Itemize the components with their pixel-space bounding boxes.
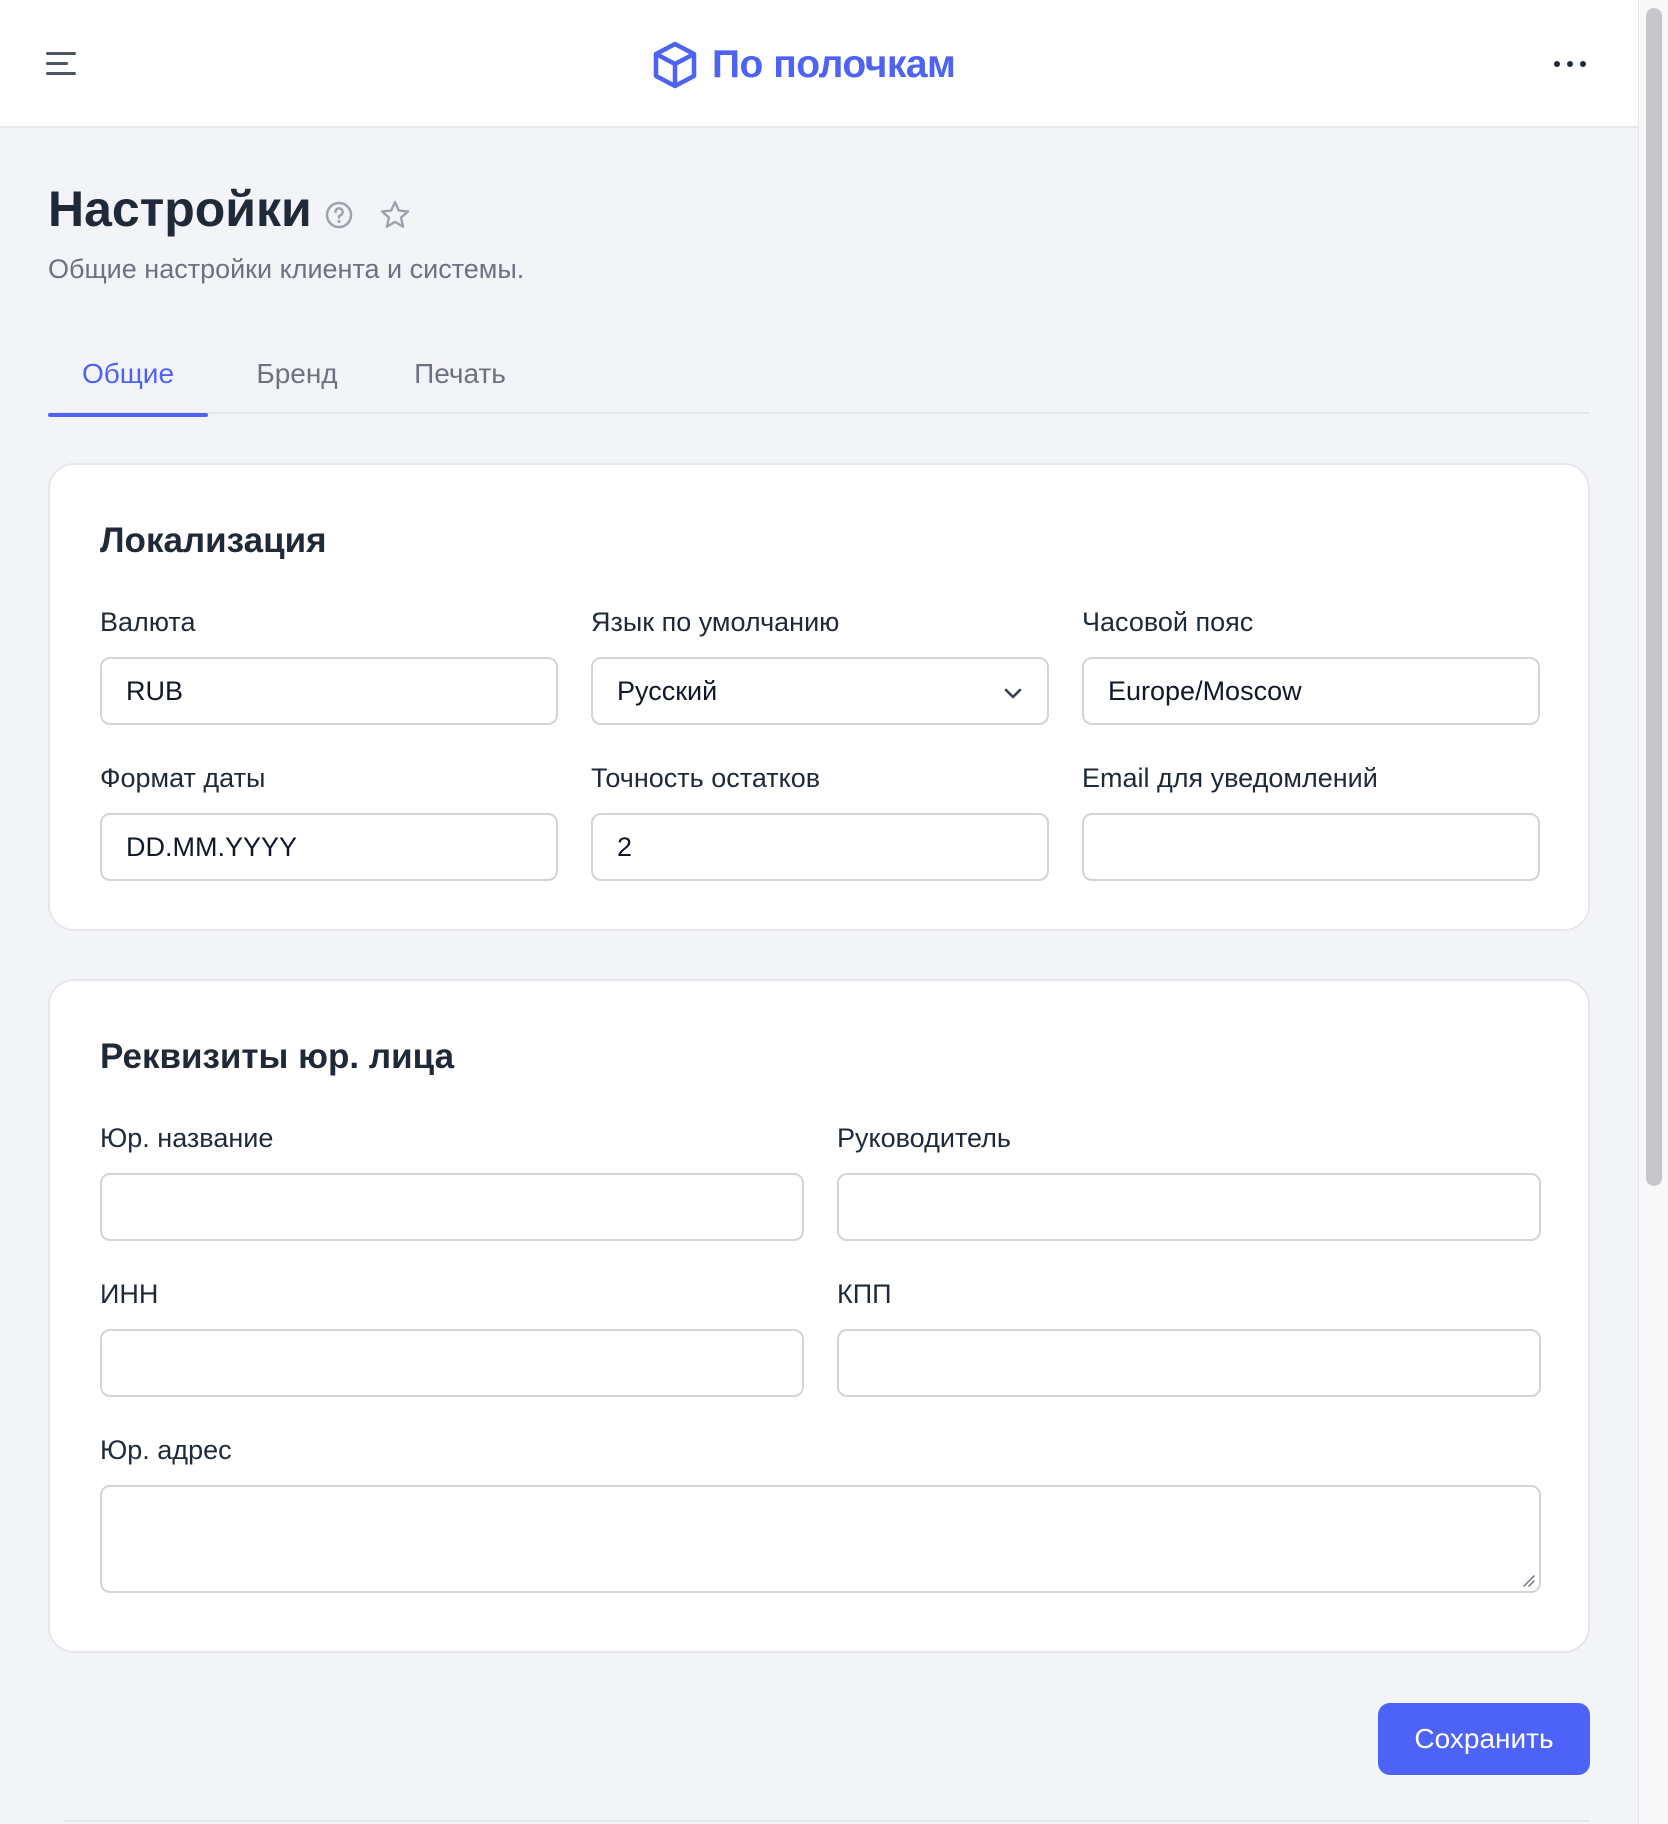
tab-print[interactable]: Печать [400, 354, 520, 414]
page-title: Настройки [48, 181, 312, 237]
inn-input[interactable] [100, 1329, 804, 1397]
page-subtitle: Общие настройки клиента и системы. [48, 254, 525, 284]
language-value: Русский [617, 675, 718, 706]
date-format-label: Формат даты [100, 763, 266, 793]
stock-precision-label: Точность остатков [591, 763, 821, 793]
director-label: Руководитель [837, 1123, 1011, 1153]
divider [64, 1820, 1590, 1822]
legal-entity-card: Реквизиты юр. лица Юр. название Руководи… [48, 979, 1590, 1653]
brand-name: По полочкам [712, 43, 956, 86]
currency-input[interactable]: RUB [100, 657, 558, 725]
director-input[interactable] [837, 1173, 1541, 1241]
localization-title: Локализация [100, 521, 327, 560]
legal-address-textarea[interactable] [100, 1485, 1541, 1593]
brand-logo[interactable]: По полочкам [650, 38, 956, 92]
top-bar: По полочкам [0, 0, 1638, 128]
localization-card: Локализация Валюта RUB Язык по умолчанию… [48, 463, 1590, 931]
tabs-bar: Общие Бренд Печать [48, 354, 1590, 417]
legal-address-label: Юр. адрес [100, 1435, 232, 1465]
notify-email-label: Email для уведомлений [1082, 763, 1378, 793]
more-horizontal-icon[interactable] [1554, 56, 1594, 72]
legal-name-input[interactable] [100, 1173, 804, 1241]
timezone-input[interactable]: Europe/Moscow [1082, 657, 1540, 725]
resize-handle-icon[interactable] [1521, 1573, 1535, 1587]
legal-name-label: Юр. название [100, 1123, 274, 1153]
hamburger-menu-icon[interactable] [46, 48, 82, 80]
scrollbar[interactable] [1638, 0, 1668, 1824]
save-button[interactable]: Сохранить [1378, 1703, 1590, 1775]
legal-entity-title: Реквизиты юр. лица [100, 1037, 455, 1076]
currency-label: Валюта [100, 607, 196, 637]
date-format-input[interactable]: DD.MM.YYYY [100, 813, 558, 881]
star-icon[interactable] [378, 198, 412, 232]
stock-precision-input[interactable]: 2 [591, 813, 1049, 881]
language-select[interactable]: Русский [591, 657, 1049, 725]
inn-label: ИНН [100, 1279, 159, 1309]
notify-email-input[interactable] [1082, 813, 1540, 881]
language-label: Язык по умолчанию [591, 607, 840, 637]
tab-general[interactable]: Общие [48, 354, 208, 417]
kpp-label: КПП [837, 1279, 892, 1309]
scrollbar-thumb[interactable] [1646, 8, 1662, 1186]
help-circle-icon[interactable] [324, 200, 354, 230]
kpp-input[interactable] [837, 1329, 1541, 1397]
box-3d-icon [653, 41, 697, 89]
chevron-down-icon [1004, 688, 1022, 699]
tab-brand[interactable]: Бренд [242, 354, 352, 414]
timezone-label: Часовой пояс [1082, 607, 1254, 637]
